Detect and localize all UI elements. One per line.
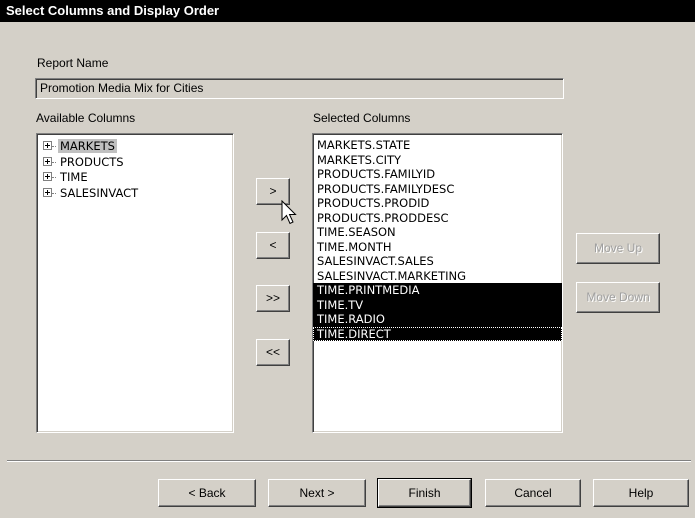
tree-item-salesinvact[interactable]: SALESINVACT — [37, 186, 233, 202]
selected-columns-label: Selected Columns — [313, 111, 411, 125]
window-title: Select Columns and Display Order — [0, 0, 695, 22]
tree-item-label: TIME — [60, 170, 88, 184]
list-item[interactable]: SALESINVACT.MARKETING — [313, 269, 562, 284]
tree-item-label: MARKETS — [58, 139, 117, 153]
available-columns-label: Available Columns — [36, 111, 136, 125]
remove-button[interactable]: < — [256, 232, 290, 259]
next-button[interactable]: Next > — [268, 479, 366, 507]
report-name-label: Report Name — [37, 56, 109, 70]
tree-item-label: SALESINVACT — [60, 185, 139, 200]
list-item-selected[interactable]: TIME.DIRECT — [313, 326, 562, 341]
tree-item-products[interactable]: PRODUCTS — [37, 155, 233, 171]
list-item-selected[interactable]: TIME.RADIO — [313, 312, 562, 327]
remove-all-button[interactable]: << — [256, 339, 290, 366]
list-item[interactable]: SALESINVACT.SALES — [313, 254, 562, 269]
tree-item-label: PRODUCTS — [60, 154, 124, 169]
cancel-button[interactable]: Cancel — [485, 479, 581, 507]
list-item-selected[interactable]: TIME.TV — [313, 297, 562, 312]
available-columns-tree[interactable]: MARKETS PRODUCTS TIME SALESINVACT — [36, 133, 234, 433]
back-button[interactable]: < Back — [158, 479, 256, 507]
mouse-pointer-icon — [281, 200, 297, 225]
expand-icon[interactable] — [43, 156, 52, 166]
list-item[interactable]: PRODUCTS.FAMILYDESC — [313, 182, 562, 197]
tree-item-time[interactable]: TIME — [37, 170, 233, 186]
help-button[interactable]: Help — [593, 479, 689, 507]
selected-columns-list[interactable]: MARKETS.STATE MARKETS.CITY PRODUCTS.FAMI… — [312, 133, 563, 433]
finish-button[interactable]: Finish — [377, 478, 472, 508]
move-down-button[interactable]: Move Down — [576, 282, 660, 313]
list-item[interactable]: PRODUCTS.PRODID — [313, 196, 562, 211]
list-item-selected[interactable]: TIME.PRINTMEDIA — [313, 283, 562, 298]
tree-item-markets[interactable]: MARKETS — [37, 139, 233, 155]
move-up-button[interactable]: Move Up — [576, 233, 660, 264]
add-all-button[interactable]: >> — [256, 285, 290, 312]
list-item[interactable]: PRODUCTS.FAMILYID — [313, 167, 562, 182]
list-item[interactable]: MARKETS.STATE — [313, 138, 562, 153]
expand-icon[interactable] — [43, 141, 52, 150]
list-item[interactable]: PRODUCTS.PRODDESC — [313, 211, 562, 226]
list-item[interactable]: MARKETS.CITY — [313, 153, 562, 168]
list-item[interactable]: TIME.MONTH — [313, 240, 562, 255]
list-item[interactable]: TIME.SEASON — [313, 225, 562, 240]
expand-icon[interactable] — [43, 187, 52, 197]
expand-icon[interactable] — [43, 172, 52, 181]
report-name-field[interactable]: Promotion Media Mix for Cities — [35, 78, 564, 99]
